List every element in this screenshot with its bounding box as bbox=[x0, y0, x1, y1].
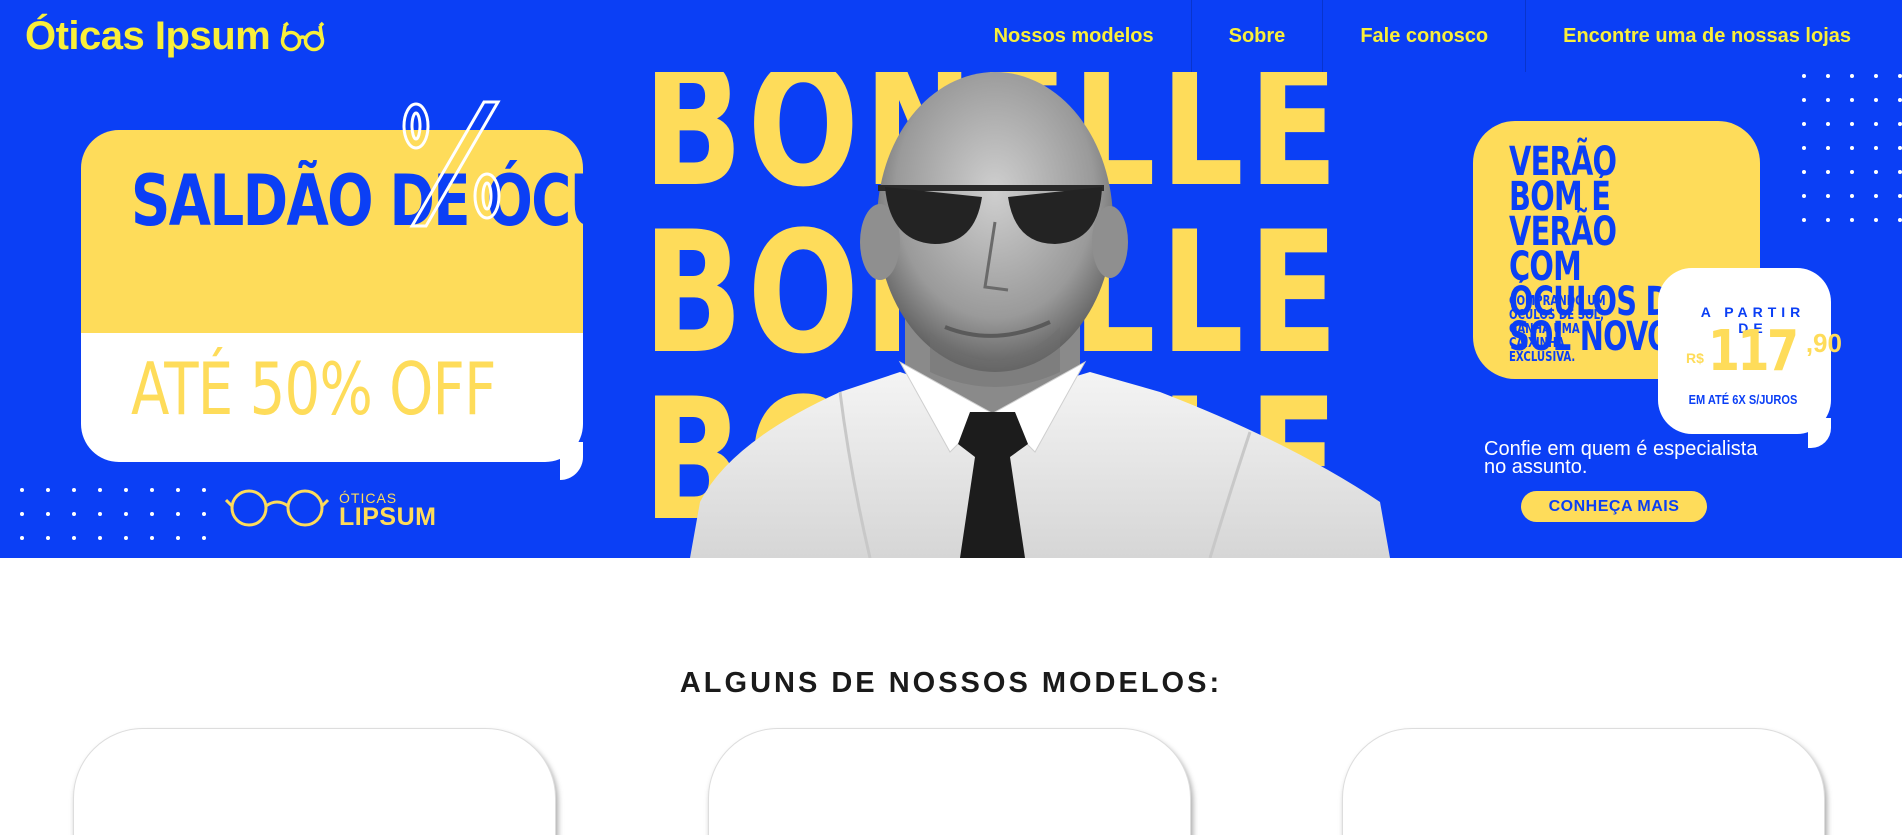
glasses-icon bbox=[280, 20, 326, 52]
sale-discount: ATÉ 50% OFF bbox=[131, 347, 496, 431]
price-value: R$ 117 ,90 bbox=[1686, 322, 1842, 382]
brand-name: Óticas Ipsum bbox=[25, 13, 271, 58]
glasses-icon bbox=[224, 488, 330, 533]
hero-banner[interactable]: BONELLE BONELLE BONELLE BONELLE bbox=[0, 72, 1902, 558]
price-decimal: ,90 bbox=[1805, 328, 1842, 358]
price-card: A PARTIR DE R$ 117 ,90 EM ATÉ 6X S/JUROS bbox=[1658, 268, 1842, 434]
model-photo bbox=[690, 72, 1400, 558]
model-card[interactable] bbox=[1342, 728, 1825, 835]
percent-icon bbox=[392, 98, 516, 235]
nav-sobre[interactable]: Sobre bbox=[1190, 0, 1323, 72]
main-nav: Nossos modelos Sobre Fale conosco Encont… bbox=[957, 0, 1888, 72]
logo-title: LIPSUM bbox=[339, 503, 437, 531]
nav-encontre-lojas[interactable]: Encontre uma de nossas lojas bbox=[1525, 0, 1888, 72]
price-currency: R$ bbox=[1686, 350, 1704, 366]
trust-text: Confie em quem é especialista no assunto… bbox=[1484, 438, 1758, 478]
site-header: Óticas Ipsum Nossos modelos Sobre Fale c… bbox=[0, 0, 1902, 72]
dot-pattern bbox=[1800, 72, 1902, 232]
model-card[interactable] bbox=[73, 728, 556, 835]
dot-pattern bbox=[18, 486, 218, 542]
model-card[interactable] bbox=[708, 728, 1191, 835]
nav-nossos-modelos[interactable]: Nossos modelos bbox=[957, 0, 1191, 72]
learn-more-button[interactable]: CONHEÇA MAIS bbox=[1521, 491, 1707, 522]
sale-card-tail bbox=[560, 442, 583, 480]
summer-subtitle: COMPRANDO UM ÓCULOS DE SOL, GANHA UMA CA… bbox=[1509, 294, 1606, 365]
nav-fale-conosco[interactable]: Fale conosco bbox=[1322, 0, 1525, 72]
hero-logo: ÓTICAS LIPSUM bbox=[224, 488, 437, 533]
price-terms: EM ATÉ 6X S/JUROS bbox=[1688, 392, 1798, 407]
price-integer: 117 bbox=[1707, 319, 1799, 384]
models-section-title: ALGUNS DE NOSSOS MODELOS: bbox=[679, 667, 1223, 699]
brand-logo[interactable]: Óticas Ipsum bbox=[25, 14, 326, 59]
